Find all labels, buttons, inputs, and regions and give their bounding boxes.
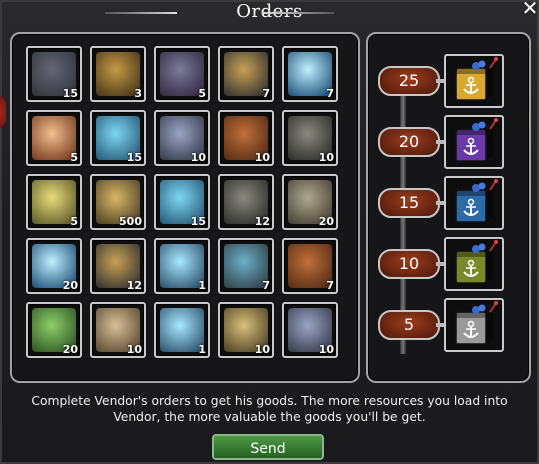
order-slot[interactable]: 500 [90, 174, 146, 230]
olive-anchor-crate-icon [455, 240, 498, 284]
order-slot[interactable]: 10 [282, 110, 338, 166]
order-quantity: 10 [318, 343, 334, 356]
order-quantity: 5 [198, 87, 206, 100]
order-quantity: 20 [62, 279, 78, 292]
order-quantity: 5 [70, 215, 78, 228]
tier-threshold: 15 [378, 188, 440, 218]
gold-anchor-crate-icon [455, 57, 498, 101]
order-quantity: 500 [119, 215, 142, 228]
order-slot[interactable]: 10 [154, 110, 210, 166]
order-quantity: 12 [126, 279, 142, 292]
order-quantity: 15 [62, 87, 78, 100]
order-slot[interactable]: 5 [26, 110, 82, 166]
orders-grid-panel: 15 3 5 7 7 5 15 10 10 10 5 500 15 12 20 20 12 1 7 7 20 10 1 10 1… [10, 32, 360, 383]
order-quantity: 15 [126, 151, 142, 164]
order-quantity: 1 [198, 343, 206, 356]
order-slot[interactable]: 10 [282, 302, 338, 358]
order-slot[interactable]: 12 [218, 174, 274, 230]
order-quantity: 15 [190, 215, 206, 228]
reward-crate[interactable] [444, 298, 504, 352]
reward-tiers-panel: 25 20 15 10 5 [366, 32, 531, 383]
order-slot[interactable]: 1 [154, 302, 210, 358]
title-divider-right [262, 12, 334, 14]
order-slot[interactable]: 15 [26, 46, 82, 102]
order-slot[interactable]: 1 [154, 238, 210, 294]
order-slot[interactable]: 7 [218, 46, 274, 102]
order-quantity: 12 [254, 215, 270, 228]
order-slot[interactable]: 15 [90, 110, 146, 166]
side-handle [0, 95, 6, 129]
order-quantity: 10 [126, 343, 142, 356]
order-slot[interactable]: 10 [218, 110, 274, 166]
order-quantity: 10 [254, 151, 270, 164]
send-button[interactable]: Send [212, 434, 324, 460]
reward-crate[interactable] [444, 176, 504, 230]
order-slot[interactable]: 5 [26, 174, 82, 230]
tier-threshold: 10 [378, 249, 440, 279]
close-icon[interactable]: ✕ [521, 0, 539, 18]
order-slot[interactable]: 12 [90, 238, 146, 294]
order-slot[interactable]: 20 [26, 238, 82, 294]
order-slot[interactable]: 7 [218, 238, 274, 294]
order-slot[interactable]: 10 [90, 302, 146, 358]
tier-connector [436, 140, 444, 144]
order-quantity: 7 [326, 279, 334, 292]
reward-crate[interactable] [444, 237, 504, 291]
title-bar: Orders [0, 0, 539, 26]
order-quantity: 10 [318, 151, 334, 164]
order-quantity: 20 [318, 215, 334, 228]
order-slot[interactable]: 7 [282, 238, 338, 294]
order-slot[interactable]: 20 [282, 174, 338, 230]
order-slot[interactable]: 7 [282, 46, 338, 102]
blue-anchor-crate-icon [455, 179, 498, 223]
order-quantity: 5 [70, 151, 78, 164]
order-quantity: 7 [326, 87, 334, 100]
reward-crate[interactable] [444, 115, 504, 169]
tier-threshold: 20 [378, 127, 440, 157]
tier-threshold: 25 [378, 66, 440, 96]
tier-threshold: 5 [378, 310, 440, 340]
order-quantity: 10 [190, 151, 206, 164]
tier-connector [436, 79, 444, 83]
order-quantity: 1 [198, 279, 206, 292]
order-quantity: 7 [262, 279, 270, 292]
order-quantity: 20 [62, 343, 78, 356]
order-slot[interactable]: 10 [218, 302, 274, 358]
order-slot[interactable]: 20 [26, 302, 82, 358]
tier-connector [436, 201, 444, 205]
silver-anchor-crate-icon [455, 301, 498, 345]
order-quantity: 10 [254, 343, 270, 356]
order-slot[interactable]: 5 [154, 46, 210, 102]
order-quantity: 7 [262, 87, 270, 100]
purple-anchor-crate-icon [455, 118, 498, 162]
tier-connector [436, 262, 444, 266]
tier-connector [436, 323, 444, 327]
orders-window: Orders ✕ 15 3 5 7 7 5 15 10 10 10 5 500 15 12 20 20 12 1 7… [0, 0, 539, 464]
order-quantity: 3 [134, 87, 142, 100]
order-slot[interactable]: 15 [154, 174, 210, 230]
reward-crate[interactable] [444, 54, 504, 108]
orders-description: Complete Vendor's orders to get his good… [31, 394, 508, 424]
order-slot[interactable]: 3 [90, 46, 146, 102]
